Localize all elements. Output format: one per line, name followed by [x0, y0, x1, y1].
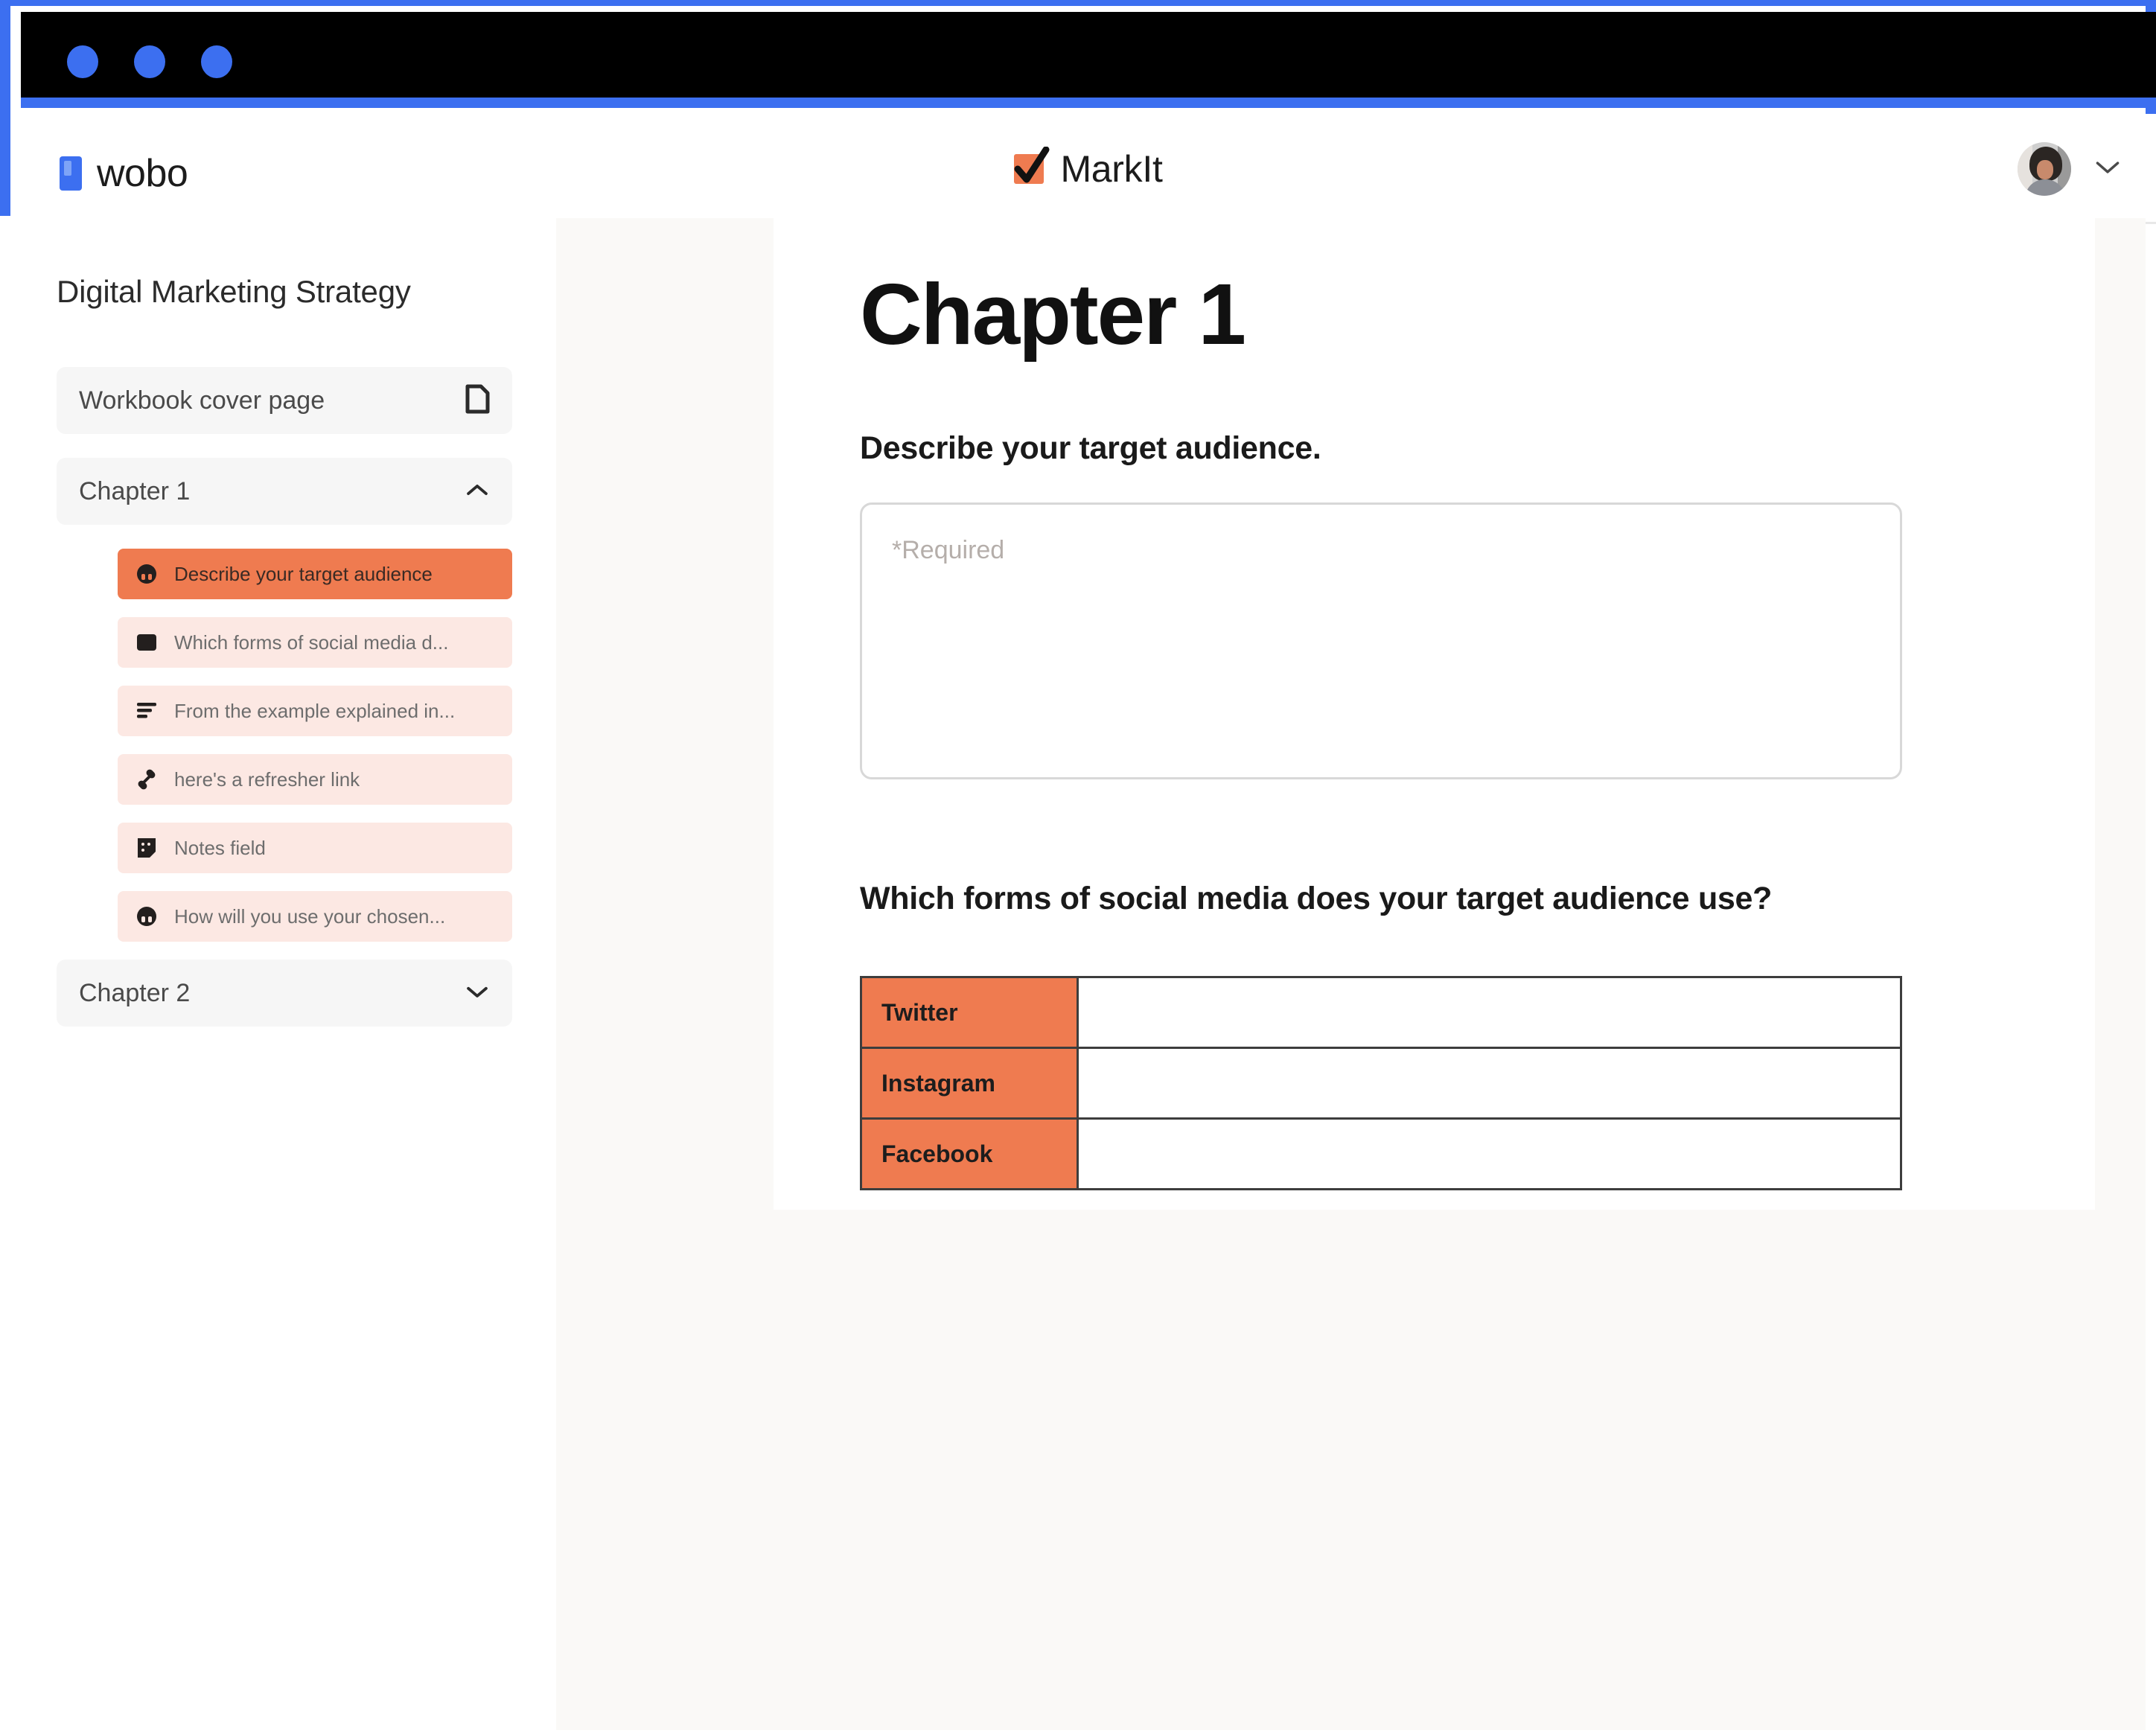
table-row-input[interactable]: [1077, 1117, 1902, 1190]
sidebar-subitem-how-will-you-use[interactable]: How will you use your chosen...: [118, 891, 512, 942]
sidebar-subitem-label: here's a refresher link: [174, 768, 360, 791]
page-background: Chapter 1 Describe your target audience.…: [556, 218, 2146, 1730]
wobo-logo-icon: [60, 156, 82, 191]
page-icon: [465, 384, 490, 418]
social-media-table: Twitter Instagram Facebook: [860, 976, 1902, 1190]
sidebar-subitem-from-the-example[interactable]: From the example explained in...: [118, 686, 512, 736]
sidebar-subitem-describe-target-audience[interactable]: Describe your target audience: [118, 549, 512, 599]
sidebar-subitem-label: How will you use your chosen...: [174, 904, 446, 928]
short-answer-icon: [134, 561, 159, 587]
close-button[interactable]: [67, 45, 98, 78]
workbook-title: Digital Marketing Strategy: [57, 274, 411, 309]
sidebar-subitem-social-media-forms[interactable]: Which forms of social media d...: [118, 617, 512, 668]
document-title: MarkIt: [1060, 148, 1163, 190]
sidebar-subitem-label: Which forms of social media d...: [174, 631, 449, 654]
answer-1-textarea[interactable]: [860, 502, 1902, 779]
sidebar-item-chapter-2[interactable]: Chapter 2: [57, 960, 512, 1027]
brand-logo[interactable]: wobo: [60, 151, 188, 196]
sidebar-subitem-refresher-link[interactable]: here's a refresher link: [118, 754, 512, 805]
table-row-label: Facebook: [860, 1117, 1079, 1190]
document-title-group: MarkIt: [21, 114, 2156, 224]
page-title: Chapter 1: [860, 266, 1246, 363]
sidebar-subitem-notes-field[interactable]: Notes field: [118, 823, 512, 873]
chevron-down-icon[interactable]: [465, 983, 490, 1003]
avatar[interactable]: [2018, 142, 2071, 196]
note-icon: [134, 835, 159, 861]
brand-name: wobo: [97, 152, 188, 195]
window-titlebar: [21, 12, 2156, 108]
sidebar: Digital Marketing Strategy Workbook cove…: [10, 218, 556, 1730]
chapter-1-children: Describe your target audience Which form…: [118, 549, 512, 942]
maximize-button[interactable]: [201, 45, 232, 78]
browser-chrome: wobo MarkIt: [0, 0, 2156, 224]
window-controls[interactable]: [67, 45, 232, 78]
sidebar-item-label: Workbook cover page: [79, 386, 325, 415]
question-2-label: Which forms of social media does your ta…: [860, 881, 1773, 916]
sidebar-subitem-label: Describe your target audience: [174, 562, 433, 585]
orange-checkbox-icon: [1014, 147, 1050, 184]
sidebar-item-chapter-1[interactable]: Chapter 1: [57, 458, 512, 525]
page-card: Chapter 1 Describe your target audience.…: [774, 218, 2095, 1210]
sidebar-item-label: Chapter 2: [79, 978, 191, 1007]
app-screenshot: wobo MarkIt Digital Marketing Strategy W…: [0, 0, 2156, 1736]
sidebar-nav: Workbook cover page Chapter 1 Describe y…: [57, 367, 512, 1050]
question-1-label: Describe your target audience.: [860, 430, 1321, 466]
short-answer-icon: [134, 904, 159, 929]
table-row: Facebook: [860, 1117, 1902, 1190]
app-header: wobo MarkIt: [21, 114, 2156, 224]
link-icon: [134, 767, 159, 792]
workspace: Digital Marketing Strategy Workbook cove…: [10, 218, 2146, 1730]
minimize-button[interactable]: [134, 45, 165, 78]
sidebar-subitem-label: From the example explained in...: [174, 699, 456, 722]
sidebar-item-workbook-cover-page[interactable]: Workbook cover page: [57, 367, 512, 434]
table-icon: [134, 630, 159, 655]
table-row-label: Instagram: [860, 1047, 1079, 1120]
table-row-input[interactable]: [1077, 1047, 1902, 1120]
sidebar-item-label: Chapter 1: [79, 476, 191, 505]
chevron-up-icon[interactable]: [465, 482, 490, 502]
sidebar-subitem-label: Notes field: [174, 836, 266, 859]
table-row: Twitter: [860, 976, 1902, 1049]
table-row-label: Twitter: [860, 976, 1079, 1049]
paragraph-icon: [134, 698, 159, 724]
table-row-input[interactable]: [1077, 976, 1902, 1049]
table-row: Instagram: [860, 1047, 1902, 1120]
user-menu[interactable]: [2018, 142, 2120, 196]
chevron-down-icon[interactable]: [2095, 159, 2120, 179]
